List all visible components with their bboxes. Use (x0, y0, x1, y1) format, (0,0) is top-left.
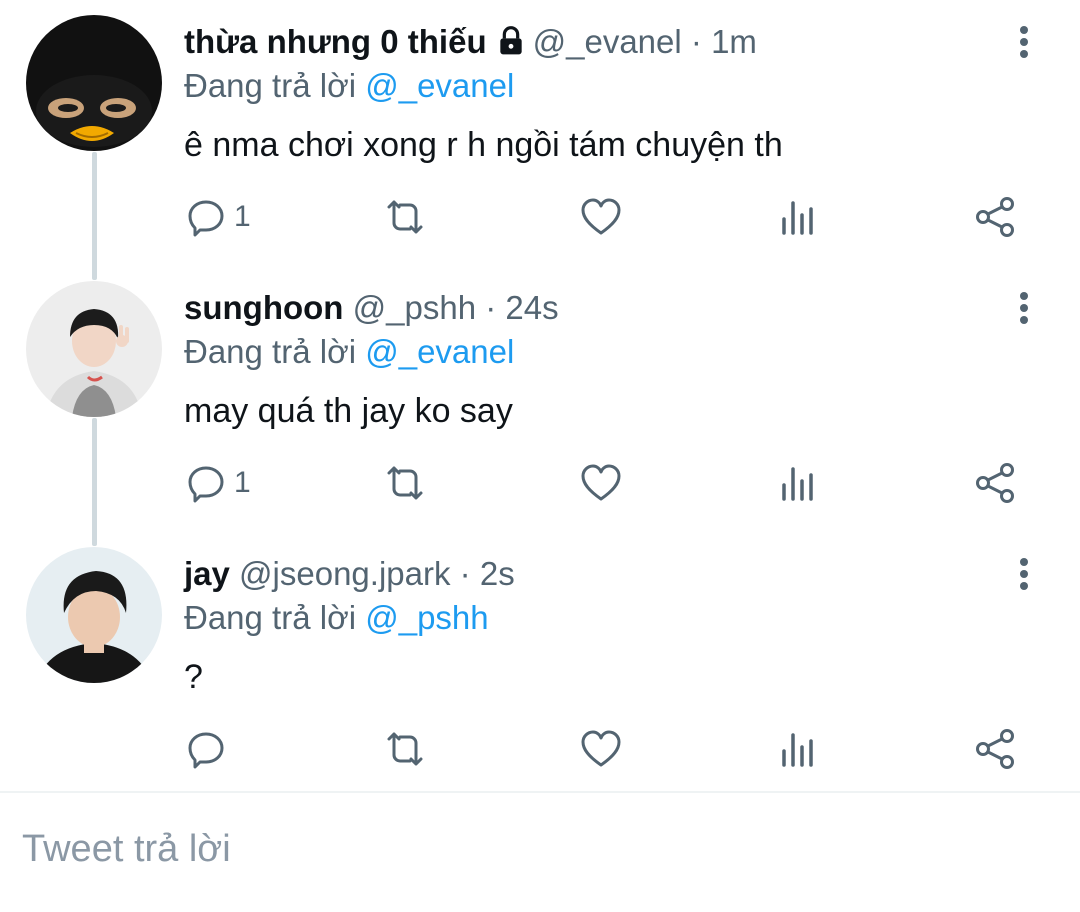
user-photo-avatar[interactable] (26, 281, 162, 417)
share-icon (974, 728, 1016, 770)
reply-icon (186, 197, 226, 237)
heart-icon (580, 197, 622, 237)
tweet-text: may quá th jay ko say (184, 392, 513, 430)
timestamp[interactable]: 1m (711, 23, 757, 60)
separator: · (485, 289, 497, 326)
reply-mention-link[interactable]: @_evanel (365, 67, 514, 104)
retweet-icon (382, 197, 428, 237)
retweet-icon (382, 729, 428, 769)
replying-prefix: Đang trả lời (184, 333, 357, 370)
heart-icon (580, 729, 622, 769)
reply-count: 1 (234, 200, 251, 233)
share-button[interactable] (974, 724, 1016, 774)
reply-button[interactable]: 1 (186, 192, 251, 242)
retweet-button[interactable] (382, 192, 428, 242)
more-options-icon[interactable] (1010, 554, 1038, 594)
reply-mention-link[interactable]: @_evanel (365, 333, 514, 370)
like-button[interactable] (580, 458, 622, 508)
reply-input[interactable] (22, 821, 1052, 877)
display-name[interactable]: thừa nhưng 0 thiếu (184, 23, 487, 60)
like-button[interactable] (580, 724, 622, 774)
lock-icon (495, 25, 527, 66)
user-handle[interactable]: @_pshh (353, 289, 476, 326)
retweet-button[interactable] (382, 724, 428, 774)
replying-to: Đang trả lời @_pshh (184, 598, 489, 638)
replying-to: Đang trả lời @_evanel (184, 66, 514, 106)
share-button[interactable] (974, 192, 1016, 242)
analytics-button[interactable] (780, 724, 816, 774)
timestamp[interactable]: 24s (505, 289, 558, 326)
tweet-header: jay @jseong.jpark · 2s (184, 554, 515, 594)
replying-prefix: Đang trả lời (184, 67, 357, 104)
user-photo-avatar[interactable] (26, 547, 162, 683)
reply-button[interactable] (186, 724, 234, 774)
tweet-text: ? (184, 658, 203, 696)
more-options-icon[interactable] (1010, 22, 1038, 62)
replying-prefix: Đang trả lời (184, 599, 357, 636)
more-options-icon[interactable] (1010, 288, 1038, 328)
analytics-button[interactable] (780, 458, 816, 508)
reply-icon (186, 463, 226, 503)
tweet-header: sunghoon @_pshh · 24s (184, 288, 559, 328)
tweet[interactable]: sunghoon @_pshh · 24s Đang trả lời @_eva… (0, 266, 1080, 530)
analytics-button[interactable] (780, 192, 816, 242)
like-button[interactable] (580, 192, 622, 242)
reply-composer (0, 793, 1080, 912)
display-name[interactable]: jay (184, 555, 230, 592)
separator: · (459, 555, 471, 592)
tweet[interactable]: thừa nhưng 0 thiếu @_evanel · 1m Đang trả… (0, 0, 1080, 264)
share-button[interactable] (974, 458, 1016, 508)
reply-button[interactable]: 1 (186, 458, 251, 508)
user-handle[interactable]: @jseong.jpark (239, 555, 450, 592)
analytics-icon (780, 463, 816, 503)
heart-icon (580, 463, 622, 503)
timestamp[interactable]: 2s (480, 555, 515, 592)
tweet-text: ê nma chơi xong r h ngồi tám chuyện th (184, 126, 783, 164)
share-icon (974, 196, 1016, 238)
share-icon (974, 462, 1016, 504)
reply-count: 1 (234, 466, 251, 499)
retweet-icon (382, 463, 428, 503)
analytics-icon (780, 197, 816, 237)
penguin-avatar[interactable] (26, 15, 162, 151)
reply-mention-link[interactable]: @_pshh (365, 599, 488, 636)
tweet-header: thừa nhưng 0 thiếu @_evanel · 1m (184, 22, 757, 66)
reply-icon (186, 729, 226, 769)
analytics-icon (780, 729, 816, 769)
replying-to: Đang trả lời @_evanel (184, 332, 514, 372)
user-handle[interactable]: @_evanel (533, 23, 682, 60)
tweet[interactable]: jay @jseong.jpark · 2s Đang trả lời @_ps… (0, 532, 1080, 790)
separator: · (690, 23, 702, 60)
retweet-button[interactable] (382, 458, 428, 508)
display-name[interactable]: sunghoon (184, 289, 343, 326)
